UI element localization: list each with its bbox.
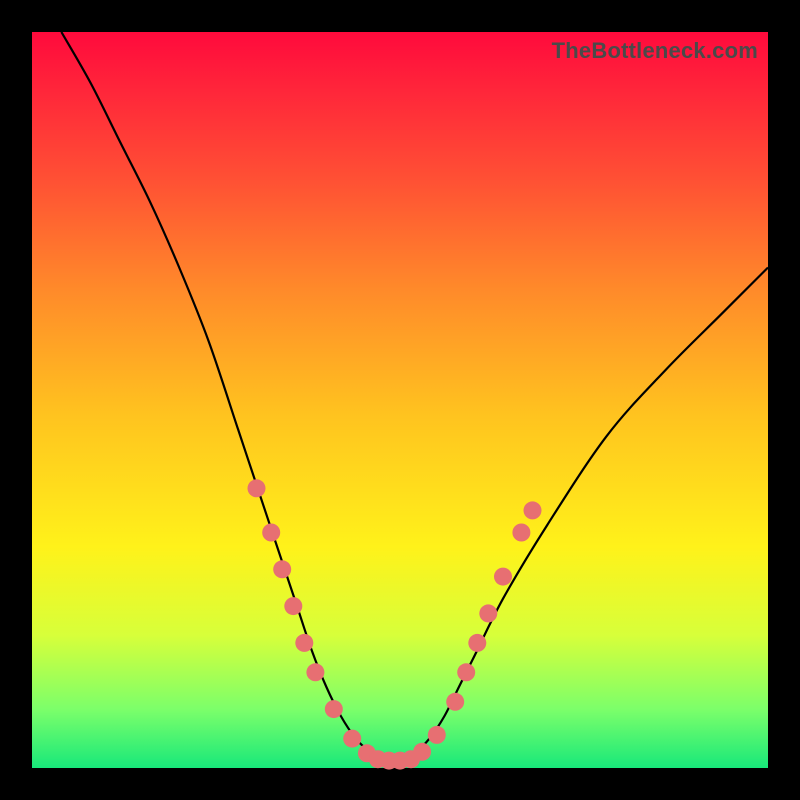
curve-marker: [468, 634, 486, 652]
plot-area: TheBottleneck.com: [32, 32, 768, 768]
chart-svg: [32, 32, 768, 768]
curve-marker: [295, 634, 313, 652]
curve-marker: [284, 597, 302, 615]
curve-marker: [446, 693, 464, 711]
curve-marker: [262, 524, 280, 542]
curve-marker: [524, 501, 542, 519]
curve-marker: [413, 743, 431, 761]
curve-marker: [273, 560, 291, 578]
curve-marker: [428, 726, 446, 744]
curve-marker: [325, 700, 343, 718]
chart-frame: TheBottleneck.com: [0, 0, 800, 800]
curve-marker: [306, 663, 324, 681]
curve-marker: [343, 730, 361, 748]
curve-marker: [479, 604, 497, 622]
curve-marker: [248, 479, 266, 497]
curve-marker: [457, 663, 475, 681]
curve-marker: [494, 568, 512, 586]
markers-group: [248, 479, 542, 769]
bottleneck-curve: [61, 32, 768, 761]
curve-marker: [512, 524, 530, 542]
